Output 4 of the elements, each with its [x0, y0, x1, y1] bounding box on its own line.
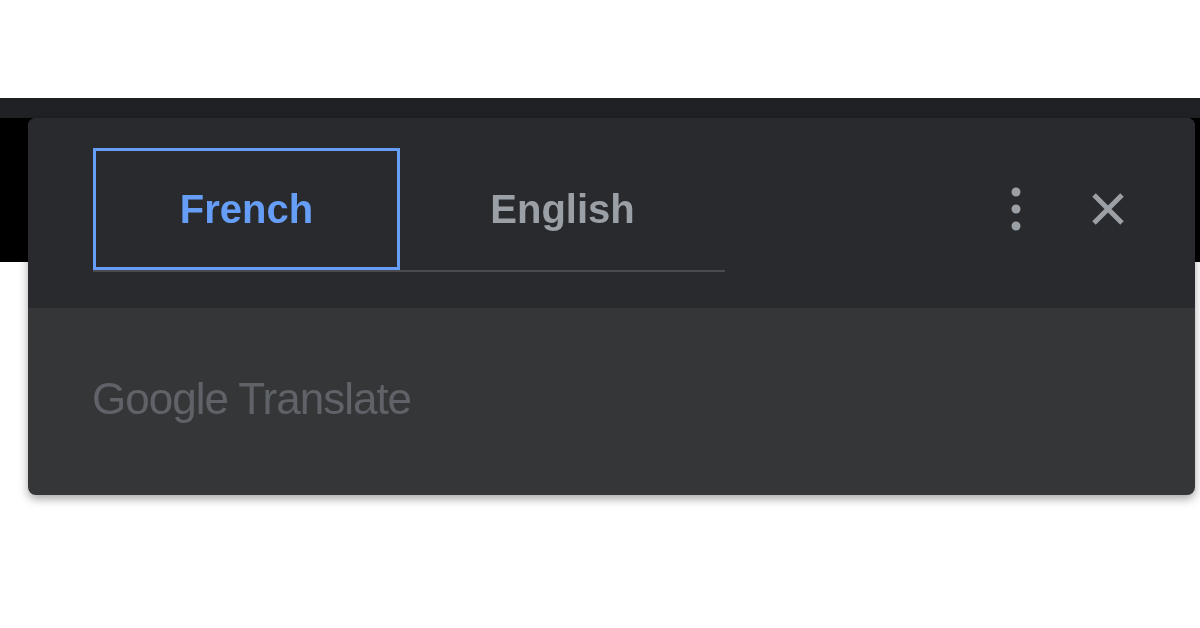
language-tab[interactable]: English	[400, 148, 725, 270]
close-icon[interactable]	[1091, 192, 1125, 226]
more-icon[interactable]	[1011, 187, 1021, 231]
language-tab[interactable]: French	[93, 148, 400, 270]
